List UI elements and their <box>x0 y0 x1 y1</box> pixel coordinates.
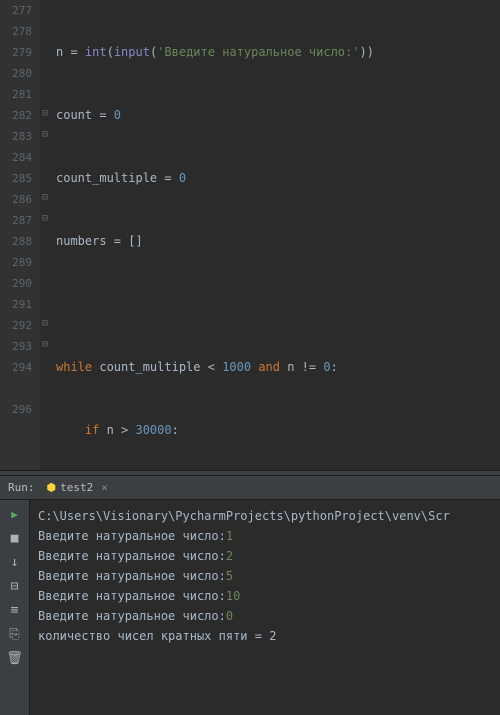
code-content[interactable]: n = int(input('Введите натуральное число… <box>56 0 500 470</box>
console-output[interactable]: C:\Users\Visionary\PycharmProjects\pytho… <box>30 500 500 715</box>
exec-path: C:\Users\Visionary\PycharmProjects\pytho… <box>38 509 450 523</box>
trash-icon[interactable]: 🗑 <box>7 650 23 666</box>
fold-icon[interactable]: ⊟ <box>42 192 48 203</box>
close-icon[interactable]: × <box>101 481 108 494</box>
result-line: количество чисел кратных пяти = 2 <box>38 629 276 643</box>
fold-icon[interactable]: ⊟ <box>42 129 48 140</box>
code-editor[interactable]: 277 278 279 280 281 282 283 284 285 286 … <box>0 0 500 470</box>
run-label: Run: <box>8 481 35 494</box>
down-icon[interactable]: ↓ <box>7 554 23 570</box>
fold-icon[interactable]: ⊟ <box>42 213 48 224</box>
stop-icon[interactable]: ■ <box>7 530 23 546</box>
run-toolbar: ▶ ■ ↓ ⊟ ≡ ⎘ 🗑 <box>0 500 30 715</box>
line-number-gutter: 277 278 279 280 281 282 283 284 285 286 … <box>0 0 40 470</box>
fold-icon[interactable]: ⊟ <box>42 318 48 329</box>
fold-icon[interactable]: ⊟ <box>42 339 48 350</box>
run-panel: Run: ⬢ test2 × ▶ ■ ↓ ⊟ ≡ ⎘ 🗑 C:\Users\Vi… <box>0 476 500 715</box>
run-tab-label: test2 <box>60 481 93 494</box>
fold-column[interactable]: ⊟ ⊟ ⊟ ⊟ ⊟ ⊟ <box>40 0 54 470</box>
python-icon: ⬢ <box>47 481 57 494</box>
fold-icon[interactable]: ⊟ <box>42 108 48 119</box>
layout-icon[interactable]: ⊟ <box>7 578 23 594</box>
up-icon[interactable]: ≡ <box>7 602 23 618</box>
export-icon[interactable]: ⎘ <box>7 626 23 642</box>
run-tab[interactable]: ⬢ test2 × <box>47 481 108 494</box>
rerun-icon[interactable]: ▶ <box>7 506 23 522</box>
run-header: Run: ⬢ test2 × <box>0 476 500 500</box>
